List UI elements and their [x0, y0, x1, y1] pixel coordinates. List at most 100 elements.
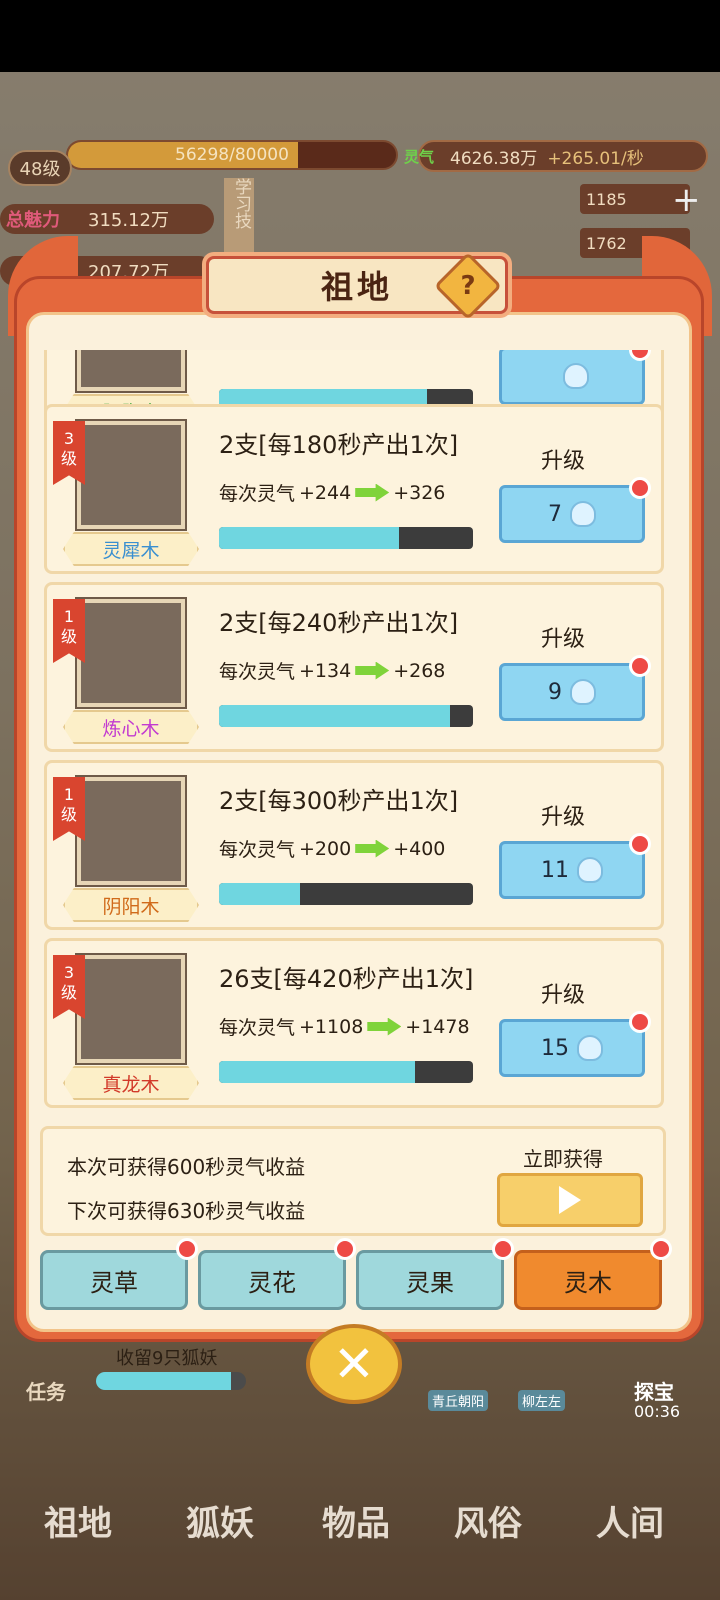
tab-notification-dot [650, 1238, 672, 1260]
tab-1[interactable]: 灵花 [198, 1250, 346, 1310]
level-unit: 级 [60, 983, 77, 1002]
production-info: 2支[每240秒产出1次] [219, 609, 459, 637]
claim-video-button[interactable] [497, 1173, 643, 1227]
item-image [75, 350, 187, 393]
notification-dot [629, 1011, 651, 1033]
qi-upgrade-line: 每次灵气 +244 +326 [219, 479, 445, 506]
nav-item-4[interactable]: 人间 [570, 1496, 690, 1545]
production-progress [219, 705, 473, 727]
character-tag-2[interactable]: 柳左左 [518, 1390, 566, 1411]
production-info: 2支[每300秒产出1次] [219, 787, 459, 815]
crystal-icon [577, 857, 603, 883]
qi-next: +400 [393, 837, 446, 860]
qi-upgrade-line: 每次灵气 +200 +400 [219, 835, 445, 862]
level-unit: 级 [60, 805, 77, 824]
upgrade-button[interactable]: 15 [499, 1019, 645, 1077]
level-badge: 48级 [8, 150, 72, 186]
level-ribbon: 3级 [53, 421, 85, 485]
close-icon: ✕ [333, 1335, 375, 1393]
crystal-icon [570, 679, 596, 705]
upgrade-button[interactable] [499, 350, 645, 405]
fox-progress: 收留9只狐妖 [96, 1344, 266, 1408]
tab-label: 灵木 [564, 1268, 612, 1297]
status-bar [0, 0, 720, 72]
play-icon [559, 1186, 581, 1214]
tab-3[interactable]: 灵木 [514, 1250, 662, 1310]
character-tag-1[interactable]: 青丘朝阳 [428, 1390, 489, 1411]
item-image [75, 953, 187, 1065]
modal-title: 祖地 [320, 268, 393, 306]
nav-item-0[interactable]: 祖地 [18, 1496, 138, 1545]
upgrade-button[interactable]: 7 [499, 485, 645, 543]
level-ribbon: 1级 [53, 777, 85, 841]
upgrade-label: 升级 [541, 449, 586, 474]
arrow-right-icon [355, 839, 390, 858]
question-icon: ? [460, 271, 476, 301]
arrow-right-icon [367, 1017, 402, 1036]
upgrade-label: 升级 [541, 627, 586, 652]
item-image [75, 419, 187, 531]
item-list[interactable]: 胭脂木 3级 灵犀木 2支[每180秒产出1次] 每次灵气 +244 +326 … [40, 350, 670, 1118]
treasure-button[interactable]: 探宝 [634, 1376, 674, 1405]
study-tab[interactable]: 学习技 [224, 178, 254, 268]
wood-item-card: 1级 炼心木 2支[每240秒产出1次] 每次灵气 +134 +268 升级 9 [44, 582, 664, 752]
claim-label: 立即获得 [523, 1147, 603, 1171]
qi-rate: +265.01/秒 [547, 148, 644, 169]
reward-line-current: 本次可获得600秒灵气收益 [67, 1155, 306, 1179]
nav-item-1[interactable]: 狐妖 [160, 1496, 280, 1545]
upgrade-cost: 7 [548, 501, 562, 527]
level-number: 1 [63, 785, 75, 804]
close-modal-button[interactable]: ✕ [306, 1324, 402, 1404]
wood-item-card: 1级 阴阳木 2支[每300秒产出1次] 每次灵气 +200 +400 升级 1… [44, 760, 664, 930]
crystal-icon [577, 1035, 603, 1061]
fox-progress-fill [96, 1372, 231, 1390]
qi-current: +134 [299, 659, 352, 682]
level-number: 1 [63, 607, 75, 626]
task-button[interactable]: 任务 [26, 1376, 66, 1405]
item-name: 炼心木 [63, 710, 199, 744]
reward-panel: 本次可获得600秒灵气收益 下次可获得630秒灵气收益 立即获得 [40, 1126, 666, 1236]
production-progress [219, 883, 473, 905]
per-label: 每次灵气 [219, 839, 296, 861]
crystal-icon [563, 363, 589, 389]
level-unit: 级 [60, 449, 77, 468]
per-label: 每次灵气 [219, 483, 296, 505]
per-label: 每次灵气 [219, 661, 296, 683]
item-name: 真龙木 [63, 1066, 199, 1100]
item-image [75, 775, 187, 887]
nav-item-3[interactable]: 风俗 [428, 1496, 548, 1545]
exp-bar: 56298/80000 [66, 140, 398, 170]
tab-2[interactable]: 灵果 [356, 1250, 504, 1310]
qi-current: +200 [299, 837, 352, 860]
fox-progress-track [96, 1372, 246, 1390]
production-progress [219, 1061, 473, 1083]
qi-next: +326 [393, 481, 446, 504]
level-number: 3 [63, 429, 75, 448]
exp-text: 56298/80000 [175, 145, 289, 165]
tab-label: 灵花 [248, 1268, 296, 1297]
production-progress-fill [219, 883, 301, 905]
upgrade-button[interactable]: 11 [499, 841, 645, 899]
upgrade-button[interactable]: 9 [499, 663, 645, 721]
qi-label: 灵气 [404, 148, 435, 166]
wood-item-card: 3级 真龙木 26支[每420秒产出1次] 每次灵气 +1108 +1478 升… [44, 938, 664, 1108]
wood-item-card: 3级 灵犀木 2支[每180秒产出1次] 每次灵气 +244 +326 升级 7 [44, 404, 664, 574]
qi-next: +268 [393, 659, 446, 682]
level-unit: 级 [60, 627, 77, 646]
tab-notification-dot [334, 1238, 356, 1260]
qi-current: +244 [299, 481, 352, 504]
upgrade-label: 升级 [541, 805, 586, 830]
production-progress-fill [219, 527, 400, 549]
arrow-right-icon [355, 483, 390, 502]
qi-next: +1478 [405, 1015, 470, 1038]
qi-display: 4626.38万 +265.01/秒 [418, 140, 708, 172]
qi-current: +1108 [299, 1015, 364, 1038]
upgrade-cost: 9 [548, 679, 562, 705]
qi-value: 4626.38万 [450, 148, 538, 169]
add-resource-button[interactable]: + [672, 180, 701, 220]
tab-notification-dot [176, 1238, 198, 1260]
tab-0[interactable]: 灵草 [40, 1250, 188, 1310]
treasure-timer: 00:36 [634, 1402, 681, 1421]
nav-item-2[interactable]: 物品 [296, 1496, 416, 1545]
tab-notification-dot [492, 1238, 514, 1260]
